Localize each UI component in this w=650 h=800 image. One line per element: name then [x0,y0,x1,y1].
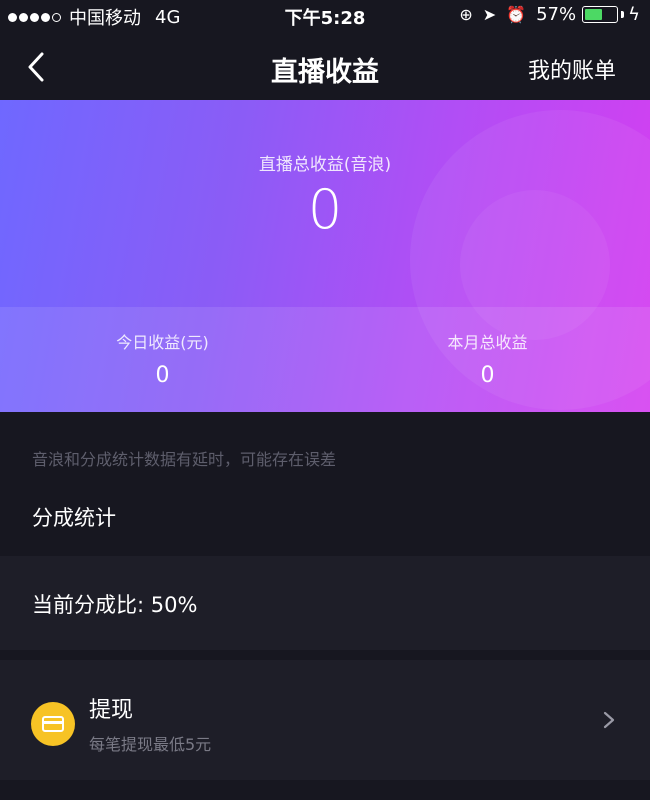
withdraw-row[interactable]: 提现 每笔提现最低5元 [0,660,650,780]
orientation-lock-icon: ⊕ [459,5,473,24]
today-earnings: 今日收益(元) 0 [0,329,325,388]
back-button[interactable] [22,50,52,84]
status-bar: 中国移动 4G 下午5:28 ⊕ ➤ ⏰ 57% ϟ [0,0,650,32]
chevron-left-icon [28,52,44,82]
total-earnings-value: 0 [307,178,343,241]
month-earnings-value: 0 [480,363,495,388]
split-ratio-text: 当前分成比: 50% [32,593,198,617]
battery-icon [582,6,619,23]
card-glyph [42,716,64,732]
withdraw-subtitle: 每笔提现最低5元 [89,735,212,754]
battery-percent: 57% [536,4,577,25]
battery-tip [621,11,625,18]
location-icon: ➤ [482,5,497,24]
split-ratio-row: 当前分成比: 50% [0,556,650,650]
charging-icon: ϟ [628,4,640,25]
today-earnings-value: 0 [155,363,170,388]
chevron-right-icon [603,711,615,729]
today-earnings-label: 今日收益(元) [116,333,209,352]
alarm-icon: ⏰ [506,5,527,24]
total-earnings-label: 直播总收益(音浪) [258,155,392,175]
status-right: ⊕ ➤ ⏰ 57% ϟ [459,4,640,25]
page-title: 直播收益 [271,57,379,88]
bottom-spacer [0,780,650,800]
wallet-icon [31,702,75,746]
nav-bar: 直播收益 我的账单 [0,32,650,100]
withdraw-title: 提现 [89,698,134,723]
month-earnings: 本月总收益 0 [325,329,650,388]
my-bill-link[interactable]: 我的账单 [528,53,616,85]
delay-notice: 音浪和分成统计数据有延时，可能存在误差 [32,450,337,469]
split-section-title: 分成统计 [32,506,116,530]
month-earnings-label: 本月总收益 [447,333,528,352]
live-earnings-screen: 中国移动 4G 下午5:28 ⊕ ➤ ⏰ 57% ϟ 直播收益 我的账单 直播总… [0,0,650,800]
earnings-card: 直播总收益(音浪) 0 今日收益(元) 0 本月总收益 0 [0,100,650,412]
battery-fill [585,9,603,20]
